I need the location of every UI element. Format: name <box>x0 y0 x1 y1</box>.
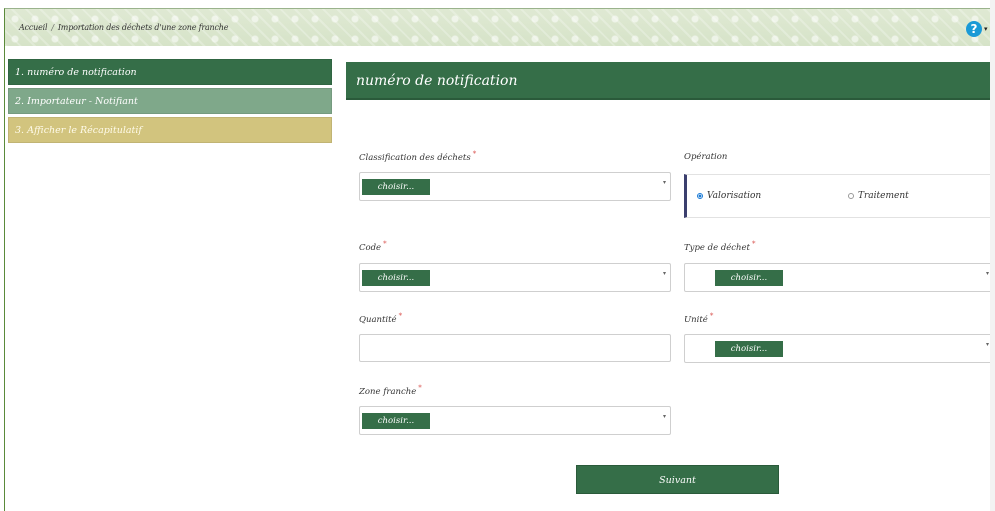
waste-type-select[interactable]: choisir... ▾ <box>684 263 994 292</box>
breadcrumb-home-link[interactable]: Accueil <box>19 23 48 32</box>
quantity-label-text: Quantité <box>359 314 397 325</box>
quantity-label: Quantité * <box>359 312 402 325</box>
help-icon[interactable]: ? <box>966 21 982 37</box>
quantity-input[interactable] <box>359 334 671 362</box>
chevron-down-icon: ▾ <box>985 270 989 277</box>
step-importer-notifier[interactable]: 2. Importateur - Notifiant <box>8 88 332 114</box>
help-dropdown-caret-icon[interactable]: ▾ <box>984 25 988 33</box>
operation-radio-group: Valorisation Traitement <box>684 174 994 218</box>
radio-valorisation[interactable]: Valorisation <box>697 191 761 201</box>
free-zone-select[interactable]: choisir... ▾ <box>359 406 671 435</box>
classification-label-text: Classification des déchets <box>359 152 471 163</box>
chevron-down-icon: ▾ <box>662 179 666 186</box>
waste-type-label: Type de déchet * <box>684 240 755 253</box>
radio-valorisation-label: Valorisation <box>707 191 762 201</box>
wizard-steps: 1. numéro de notification 2. Importateur… <box>8 59 332 146</box>
breadcrumb-bar: Accueil / Importation des déchets d'une zo… <box>5 9 990 46</box>
page-scrollbar[interactable] <box>990 0 995 511</box>
code-value: choisir... <box>362 270 430 286</box>
required-marker: * <box>709 312 714 320</box>
operation-label: Opération <box>684 152 728 162</box>
breadcrumb-separator: / <box>51 23 54 32</box>
radio-traitement[interactable]: Traitement <box>848 191 909 201</box>
breadcrumb: Accueil / Importation des déchets d'une zo… <box>19 23 228 32</box>
required-marker: * <box>418 384 422 392</box>
code-label: Code * <box>359 240 387 253</box>
required-marker: * <box>398 312 403 320</box>
unit-label: Unité * <box>684 312 713 325</box>
unit-select[interactable]: choisir... ▾ <box>684 334 994 363</box>
radio-unchecked-icon <box>848 192 854 199</box>
classification-label: Classification des déchets * <box>359 150 476 163</box>
chevron-down-icon: ▾ <box>662 270 666 277</box>
required-marker: * <box>751 240 756 248</box>
code-label-text: Code <box>359 242 382 253</box>
classification-value: choisir... <box>362 179 430 195</box>
required-marker: * <box>383 240 387 248</box>
radio-checked-icon <box>697 192 703 199</box>
radio-traitement-label: Traitement <box>858 191 909 201</box>
waste-type-value: choisir... <box>715 270 783 286</box>
unit-value: choisir... <box>715 341 783 357</box>
step-summary[interactable]: 3. Afficher le Récapitulatif <box>8 117 332 143</box>
step-notification-number[interactable]: 1. numéro de notification <box>8 59 332 85</box>
unit-label-text: Unité <box>684 314 708 325</box>
required-marker: * <box>472 150 477 158</box>
next-button[interactable]: Suivant <box>576 465 779 494</box>
waste-type-label-text: Type de déchet <box>684 242 750 253</box>
breadcrumb-current: Importation des déchets d'une zone franc… <box>57 23 229 32</box>
panel-title: numéro de notification <box>346 62 995 100</box>
chevron-down-icon: ▾ <box>985 341 989 348</box>
free-zone-value: choisir... <box>362 413 430 429</box>
code-select[interactable]: choisir... ▾ <box>359 263 671 292</box>
free-zone-label-text: Zone franche <box>359 386 417 397</box>
free-zone-label: Zone franche * <box>359 384 422 397</box>
chevron-down-icon: ▾ <box>662 413 666 420</box>
classification-select[interactable]: choisir... ▾ <box>359 172 671 201</box>
